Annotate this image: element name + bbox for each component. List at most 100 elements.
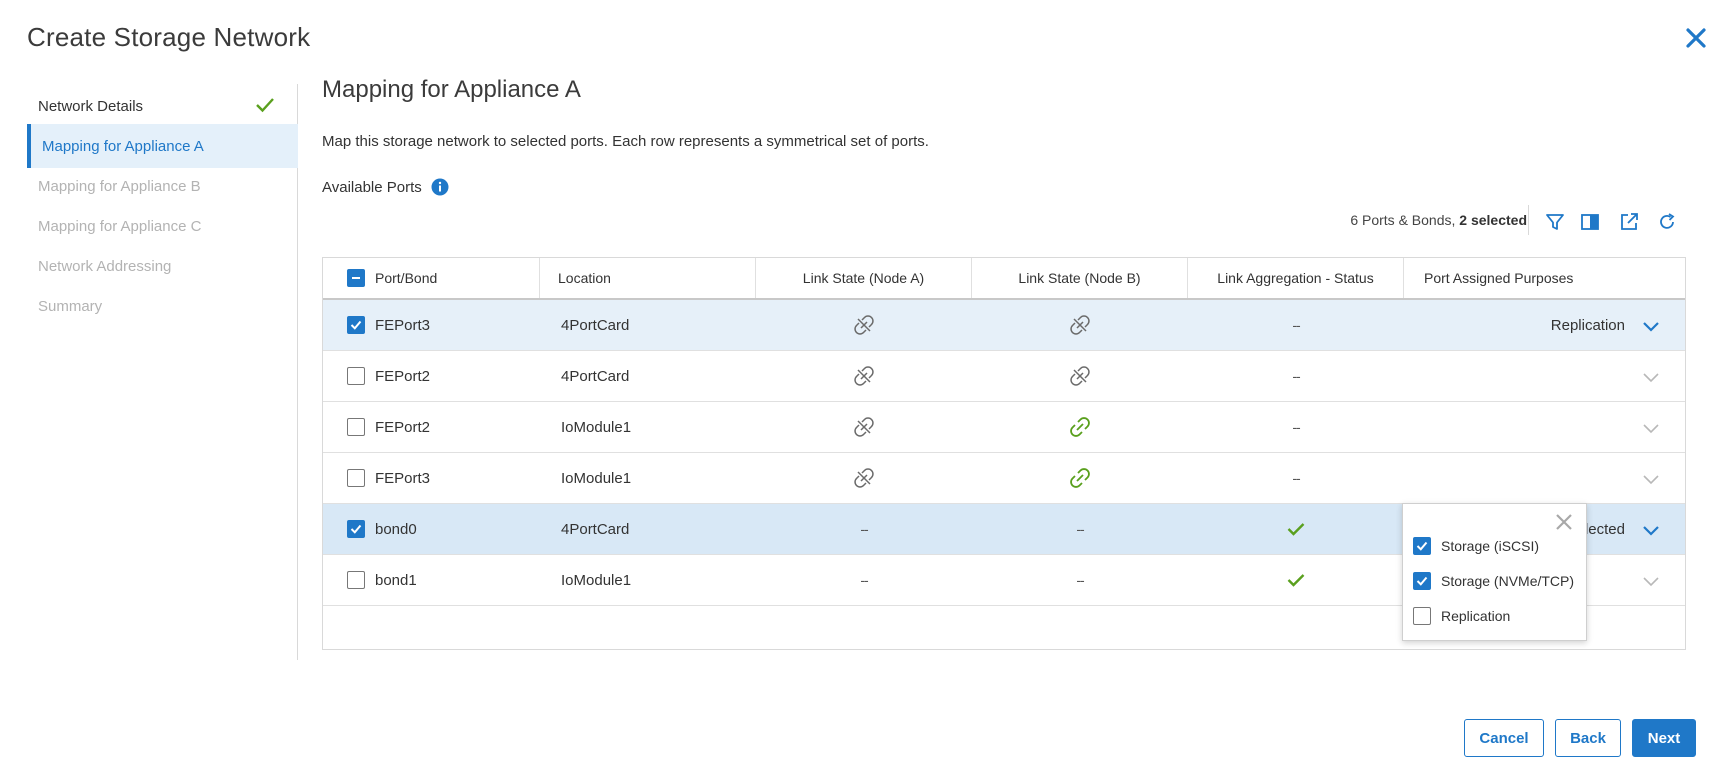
link-state-node-b: -- bbox=[1076, 572, 1084, 588]
row-checkbox[interactable] bbox=[347, 571, 365, 589]
purposes-dropdown: Storage (iSCSI) Storage (NVMe/TCP) Repli… bbox=[1402, 503, 1587, 641]
link-state-node-b: -- bbox=[1076, 521, 1084, 537]
unlinked-icon bbox=[756, 300, 972, 350]
port-name: FEPort3 bbox=[375, 316, 431, 334]
location: IoModule1 bbox=[561, 571, 632, 589]
location: 4PortCard bbox=[561, 367, 630, 385]
row-checkbox[interactable] bbox=[347, 418, 365, 436]
location: 4PortCard bbox=[561, 316, 630, 334]
col-link-state-node-b[interactable]: Link State (Node B) bbox=[972, 258, 1188, 298]
col-link-state-node-a[interactable]: Link State (Node A) bbox=[756, 258, 972, 298]
row-checkbox[interactable] bbox=[347, 469, 365, 487]
summary-selected: 2 selected bbox=[1459, 212, 1527, 228]
location: IoModule1 bbox=[561, 469, 632, 487]
row-checkbox[interactable] bbox=[347, 520, 365, 538]
info-icon[interactable] bbox=[431, 178, 449, 196]
col-port-bond[interactable]: Port/Bond bbox=[323, 258, 540, 298]
table-row[interactable]: FEPort2 IoModule1 -- bbox=[323, 402, 1685, 453]
link-state-node-a: -- bbox=[860, 572, 868, 588]
aggregation-status: -- bbox=[1292, 368, 1300, 384]
linked-icon bbox=[972, 402, 1188, 452]
wizard-steps: Network Details Mapping for Appliance A … bbox=[27, 84, 298, 660]
chevron-down-icon[interactable] bbox=[1641, 418, 1661, 438]
header-label: Link State (Node B) bbox=[1018, 270, 1141, 286]
row-checkbox[interactable] bbox=[347, 316, 365, 334]
port-name: FEPort2 bbox=[375, 418, 431, 436]
step-network-details[interactable]: Network Details bbox=[27, 84, 298, 128]
option-checkbox[interactable] bbox=[1413, 572, 1431, 590]
unlinked-icon bbox=[972, 300, 1188, 350]
unlinked-icon bbox=[756, 351, 972, 401]
available-ports-label: Available Ports bbox=[322, 178, 422, 196]
header-label: Port Assigned Purposes bbox=[1424, 270, 1574, 286]
step-label: Network Addressing bbox=[38, 257, 172, 275]
step-label: Summary bbox=[38, 297, 103, 315]
cancel-button[interactable]: Cancel bbox=[1464, 719, 1544, 757]
next-button[interactable]: Next bbox=[1632, 719, 1696, 757]
aggregation-status: -- bbox=[1292, 317, 1300, 333]
header-label: Location bbox=[558, 270, 611, 286]
purpose-value: Replication bbox=[1550, 316, 1625, 334]
aggregation-status: -- bbox=[1292, 470, 1300, 486]
close-icon[interactable] bbox=[1680, 22, 1712, 54]
col-location[interactable]: Location bbox=[540, 258, 756, 298]
unlinked-icon bbox=[972, 351, 1188, 401]
columns-icon[interactable] bbox=[1579, 211, 1601, 233]
row-checkbox[interactable] bbox=[347, 367, 365, 385]
col-link-aggregation-status[interactable]: Link Aggregation - Status bbox=[1188, 258, 1404, 298]
dialog-title: Create Storage Network bbox=[27, 22, 311, 52]
option-label: Storage (iSCSI) bbox=[1441, 538, 1540, 554]
chevron-down-icon[interactable] bbox=[1641, 520, 1661, 540]
location: 4PortCard bbox=[561, 520, 630, 538]
header-label: Link State (Node A) bbox=[802, 270, 925, 286]
col-port-assigned-purposes[interactable]: Port Assigned Purposes bbox=[1404, 258, 1687, 298]
aggregation-status: -- bbox=[1292, 419, 1300, 435]
step-mapping-appliance-a[interactable]: Mapping for Appliance A bbox=[27, 124, 298, 168]
step-network-addressing[interactable]: Network Addressing bbox=[27, 244, 298, 288]
option-checkbox[interactable] bbox=[1413, 537, 1431, 555]
port-name: bond1 bbox=[375, 571, 417, 589]
purpose-option-iscsi[interactable]: Storage (iSCSI) bbox=[1413, 534, 1539, 558]
summary-count: 6 Ports & Bonds, bbox=[1350, 212, 1460, 228]
step-label: Network Details bbox=[38, 97, 144, 115]
page-title: Mapping for Appliance A bbox=[322, 76, 581, 103]
table-row[interactable]: FEPort3 IoModule1 -- bbox=[323, 453, 1685, 504]
unlinked-icon bbox=[756, 402, 972, 452]
chevron-down-icon[interactable] bbox=[1641, 469, 1661, 489]
available-ports-heading: Available Ports bbox=[322, 178, 449, 196]
unlinked-icon bbox=[756, 453, 972, 503]
table-row[interactable]: FEPort2 4PortCard -- bbox=[323, 351, 1685, 402]
step-summary[interactable]: Summary bbox=[27, 284, 298, 328]
filter-icon[interactable] bbox=[1544, 211, 1566, 233]
option-label: Replication bbox=[1441, 608, 1511, 624]
step-label: Mapping for Appliance A bbox=[42, 137, 204, 155]
step-label: Mapping for Appliance C bbox=[38, 217, 202, 235]
step-label: Mapping for Appliance B bbox=[38, 177, 201, 195]
location: IoModule1 bbox=[561, 418, 632, 436]
port-name: bond0 bbox=[375, 520, 417, 538]
table-header: Port/Bond Location Link State (Node A) L… bbox=[323, 258, 1685, 300]
close-icon[interactable] bbox=[1554, 512, 1574, 532]
table-row[interactable]: FEPort3 4PortCard -- Replication bbox=[323, 300, 1685, 351]
page-description: Map this storage network to selected por… bbox=[322, 133, 929, 150]
back-button[interactable]: Back bbox=[1555, 719, 1621, 757]
check-icon bbox=[1188, 504, 1404, 554]
step-mapping-appliance-b[interactable]: Mapping for Appliance B bbox=[27, 164, 298, 208]
chevron-down-icon[interactable] bbox=[1641, 571, 1661, 591]
step-mapping-appliance-c[interactable]: Mapping for Appliance C bbox=[27, 204, 298, 248]
option-checkbox[interactable] bbox=[1413, 607, 1431, 625]
chevron-down-icon[interactable] bbox=[1641, 367, 1661, 387]
chevron-down-icon[interactable] bbox=[1641, 316, 1661, 336]
port-name: FEPort3 bbox=[375, 469, 431, 487]
check-icon bbox=[1188, 555, 1404, 605]
refresh-icon[interactable] bbox=[1656, 211, 1678, 233]
check-icon bbox=[255, 96, 275, 118]
select-all-checkbox[interactable] bbox=[347, 269, 365, 287]
purpose-option-replication[interactable]: Replication bbox=[1413, 604, 1510, 628]
port-name: FEPort2 bbox=[375, 367, 431, 385]
export-icon[interactable] bbox=[1618, 211, 1640, 233]
purpose-option-nvme-tcp[interactable]: Storage (NVMe/TCP) bbox=[1413, 569, 1574, 593]
linked-icon bbox=[972, 453, 1188, 503]
option-label: Storage (NVMe/TCP) bbox=[1441, 573, 1575, 589]
link-state-node-a: -- bbox=[860, 521, 868, 537]
